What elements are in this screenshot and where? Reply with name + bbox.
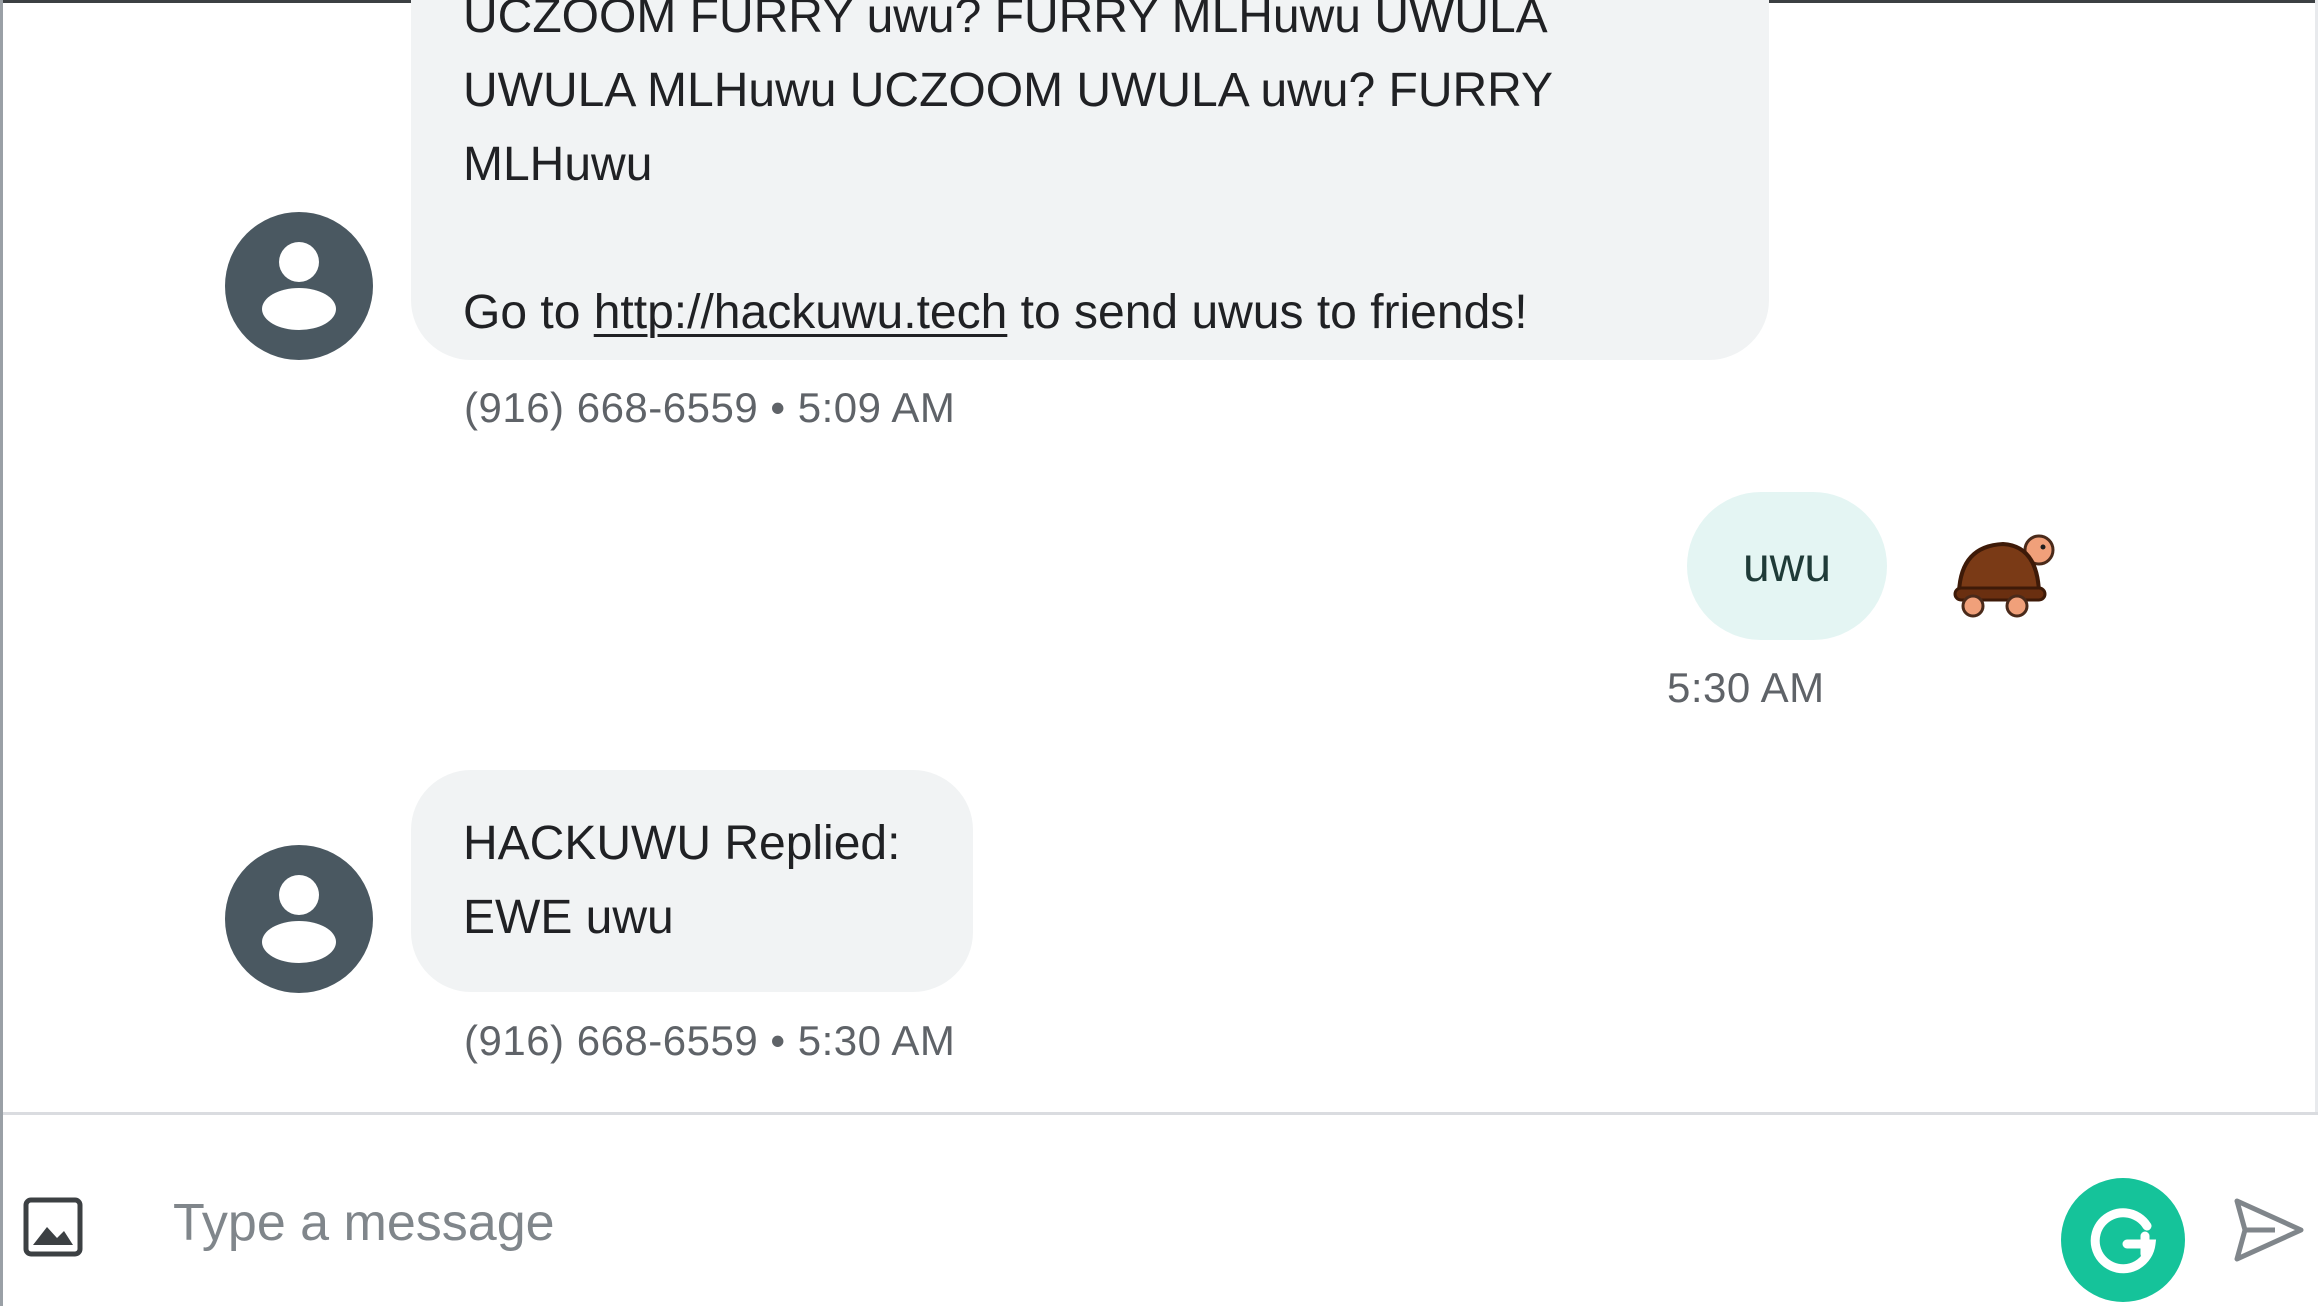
message-line: HACKUWU Replied: [463,817,901,870]
message-meta: (916) 668-6559 • 5:30 AM [464,1017,956,1064]
contact-avatar-icon[interactable] [225,845,373,993]
turtle-sticker-icon [1951,520,2061,630]
message-text: to send uwus to friends! [1007,286,1528,339]
message-line: EWE uwu [463,891,674,944]
messages-app: UCZOOM FURRY uwu? FURRY MLHuwu UWULA UWU… [0,0,2318,1306]
message-bubble-outgoing[interactable]: uwu [1687,492,1887,640]
message-bubble-incoming[interactable]: HACKUWU Replied: EWE uwu [411,770,973,992]
message-line: UCZOOM FURRY uwu? FURRY MLHuwu UWULA [463,0,1548,43]
send-icon[interactable] [2231,1195,2307,1265]
message-meta: (916) 668-6559 • 5:09 AM [464,384,956,431]
message-link[interactable]: http://hackuwu.tech [594,286,1008,339]
contact-avatar-icon[interactable] [225,212,373,360]
image-icon[interactable] [21,1195,85,1259]
message-bubble-incoming[interactable]: UCZOOM FURRY uwu? FURRY MLHuwu UWULA UWU… [411,0,1769,360]
grammarly-icon[interactable] [2061,1178,2185,1302]
message-input[interactable] [173,1173,1973,1273]
message-link-line: Go to http://hackuwu.tech to send uwus t… [463,276,1717,350]
message-line: UWULA MLHuwu UCZOOM UWULA uwu? FURRY [463,64,1553,117]
message-time: 5:30 AM [1667,664,1825,711]
message-line: MLHuwu [463,138,653,191]
message-composer [3,1112,2318,1306]
message-text: Go to [463,286,594,339]
